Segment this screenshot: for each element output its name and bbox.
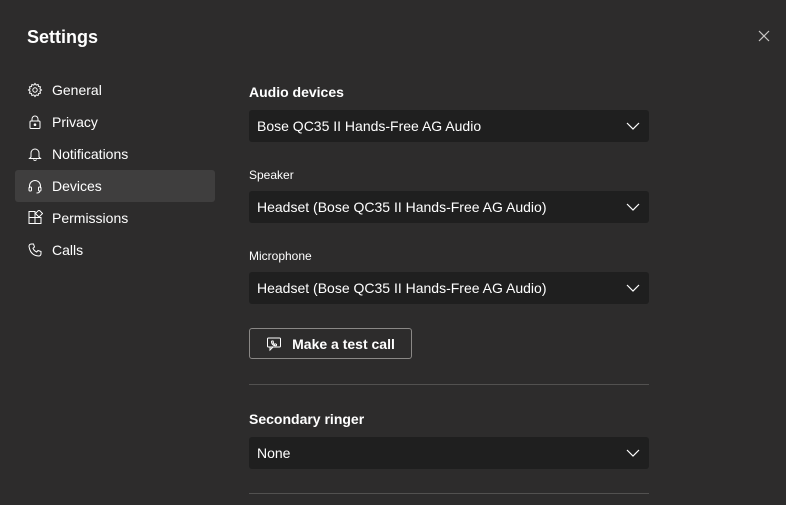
sidebar-item-notifications[interactable]: Notifications <box>15 138 215 170</box>
section-divider <box>249 493 649 494</box>
sidebar-item-devices[interactable]: Devices <box>15 170 215 202</box>
headset-icon <box>27 178 43 194</box>
section-divider <box>249 384 649 385</box>
sidebar-item-label: Permissions <box>52 210 129 226</box>
make-test-call-label: Make a test call <box>292 335 395 352</box>
sidebar-item-label: Devices <box>52 178 102 194</box>
secondary-ringer-value: None <box>257 445 291 461</box>
bell-icon <box>27 146 43 162</box>
page-title: Settings <box>27 27 99 47</box>
sidebar-item-permissions[interactable]: Permissions <box>15 202 215 234</box>
test-call-icon <box>267 337 282 351</box>
sidebar-item-label: Notifications <box>52 146 129 162</box>
speaker-value: Headset (Bose QC35 II Hands-Free AG Audi… <box>257 199 547 215</box>
microphone-label: Microphone <box>249 249 312 263</box>
chevron-down-icon <box>626 284 640 292</box>
gear-icon <box>27 82 43 98</box>
speaker-dropdown[interactable]: Headset (Bose QC35 II Hands-Free AG Audi… <box>249 191 649 223</box>
close-icon <box>758 30 770 42</box>
audio-device-value: Bose QC35 II Hands-Free AG Audio <box>257 118 482 134</box>
sidebar: General Privacy Notifications Devices Pe… <box>15 74 215 266</box>
chevron-down-icon <box>626 122 640 130</box>
settings-window: Settings General Privacy Notifications D… <box>0 0 786 505</box>
chevron-down-icon <box>626 449 640 457</box>
sidebar-item-label: General <box>52 82 102 98</box>
make-test-call-button[interactable]: Make a test call <box>249 328 412 359</box>
close-button[interactable] <box>754 26 774 46</box>
audio-devices-heading: Audio devices <box>249 84 344 100</box>
secondary-ringer-heading: Secondary ringer <box>249 411 365 427</box>
microphone-dropdown[interactable]: Headset (Bose QC35 II Hands-Free AG Audi… <box>249 272 649 304</box>
lock-icon <box>27 114 43 130</box>
phone-icon <box>27 242 43 258</box>
audio-device-dropdown[interactable]: Bose QC35 II Hands-Free AG Audio <box>249 110 649 142</box>
sidebar-item-calls[interactable]: Calls <box>15 234 215 266</box>
microphone-value: Headset (Bose QC35 II Hands-Free AG Audi… <box>257 280 547 296</box>
chevron-down-icon <box>626 203 640 211</box>
apps-icon <box>27 210 43 226</box>
sidebar-item-label: Privacy <box>52 114 98 130</box>
sidebar-item-privacy[interactable]: Privacy <box>15 106 215 138</box>
speaker-label: Speaker <box>249 168 294 182</box>
sidebar-item-label: Calls <box>52 242 84 258</box>
secondary-ringer-dropdown[interactable]: None <box>249 437 649 469</box>
sidebar-item-general[interactable]: General <box>15 74 215 106</box>
